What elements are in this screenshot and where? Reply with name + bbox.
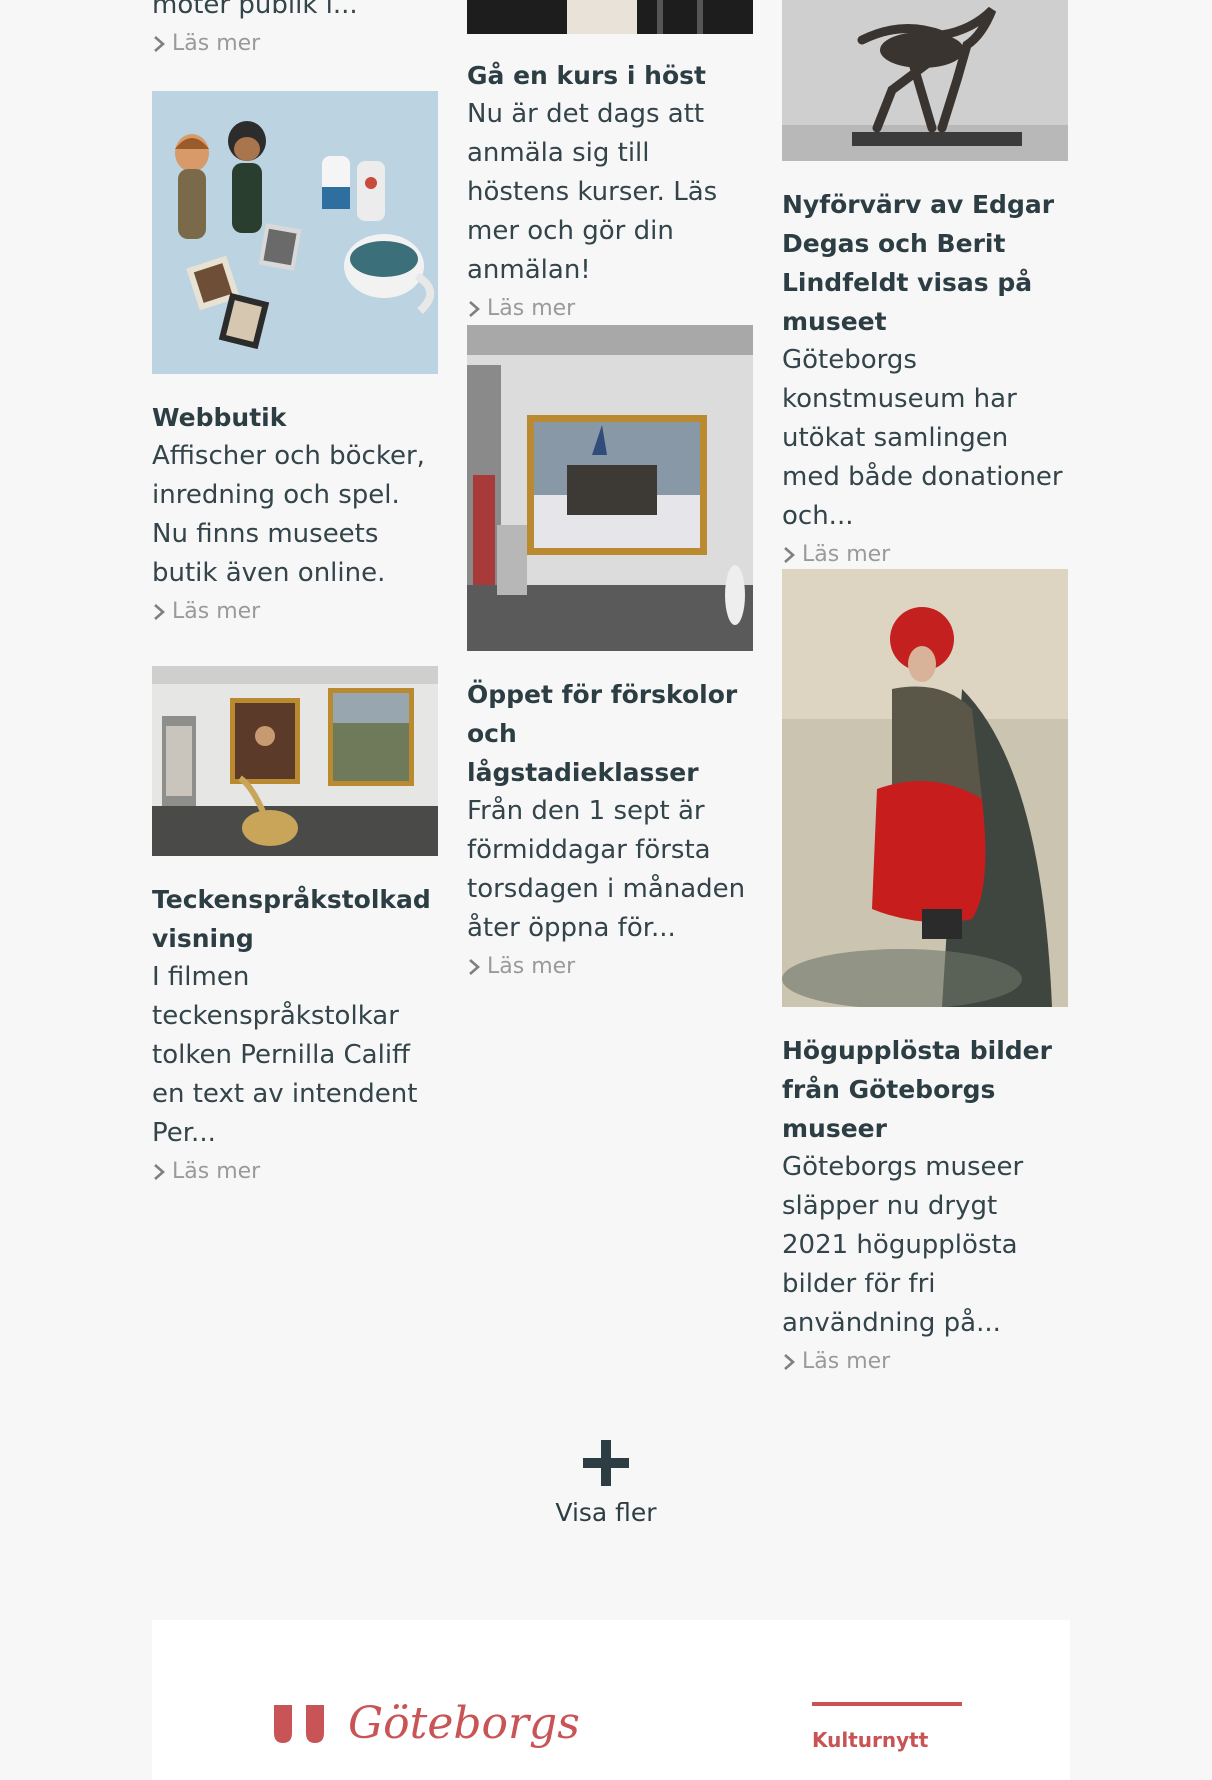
chevron-right-icon: [154, 1163, 165, 1180]
news-excerpt: Göteborgs museer släpper nu drygt 2021 h…: [782, 1152, 1024, 1338]
news-title[interactable]: Gå en kurs i höst: [467, 56, 753, 95]
news-card-partial[interactable]: möter publik i... Läs mer: [152, 0, 438, 56]
news-title[interactable]: Webbutik: [152, 398, 438, 437]
news-image-course[interactable]: [467, 0, 753, 34]
read-more-label: Läs mer: [172, 1159, 261, 1184]
news-card[interactable]: Högupplösta bilder från Göteborgs museer…: [782, 569, 1068, 1374]
read-more-link[interactable]: Läs mer: [467, 954, 753, 979]
chevron-right-icon: [469, 958, 480, 975]
plus-icon: [583, 1440, 629, 1486]
chevron-right-icon: [469, 300, 480, 317]
read-more-label: Läs mer: [802, 1349, 891, 1374]
footer-link-kulturnytt[interactable]: Kulturnytt: [812, 1728, 928, 1752]
read-more-label: Läs mer: [172, 599, 261, 624]
news-card[interactable]: Teckenspråkstolkad visning I filmen teck…: [152, 666, 438, 1184]
read-more-link[interactable]: Läs mer: [152, 599, 438, 624]
news-title[interactable]: Teckenspråkstolkad visning: [152, 880, 438, 958]
news-image-webshop[interactable]: [152, 91, 438, 374]
read-more-label: Läs mer: [487, 296, 576, 321]
news-excerpt: I filmen teckenspråkstolkar tolken Perni…: [152, 962, 418, 1148]
load-more-label: Visa fler: [555, 1498, 657, 1527]
read-more-link[interactable]: Läs mer: [152, 31, 438, 56]
chevron-right-icon: [784, 546, 795, 563]
read-more-link[interactable]: Läs mer: [782, 542, 1068, 567]
news-excerpt: möter publik i...: [152, 0, 358, 20]
news-card[interactable]: Nyförvärv av Edgar Degas och Berit Lindf…: [782, 0, 1068, 567]
news-title[interactable]: Nyförvärv av Edgar Degas och Berit Lindf…: [782, 185, 1068, 341]
news-card[interactable]: Webbutik Affischer och böcker, inredning…: [152, 91, 438, 624]
read-more-label: Läs mer: [802, 542, 891, 567]
read-more-label: Läs mer: [172, 31, 261, 56]
news-image-zorn-portrait[interactable]: [782, 569, 1068, 1007]
news-excerpt: Nu är det dags att anmäla sig till höste…: [467, 99, 718, 285]
news-title[interactable]: Högupplösta bilder från Göteborgs museer: [782, 1031, 1068, 1148]
news-excerpt: Från den 1 sept är förmiddagar första to…: [467, 796, 746, 943]
museum-logo-icon: [274, 1705, 324, 1743]
news-image-painting-hall[interactable]: [467, 325, 753, 651]
footer-divider: [812, 1702, 962, 1706]
chevron-right-icon: [154, 35, 165, 52]
news-image-degas-horse[interactable]: [782, 0, 1068, 161]
news-image-gallery[interactable]: [152, 666, 438, 856]
read-more-link[interactable]: Läs mer: [782, 1349, 1068, 1374]
news-excerpt: Göteborgs konstmuseum har utökat samling…: [782, 345, 1063, 531]
news-excerpt: Affischer och böcker, inredning och spel…: [152, 441, 425, 588]
logo-text[interactable]: Göteborgs: [348, 1698, 580, 1749]
news-card[interactable]: Öppet för förskolor och lågstadieklasser…: [467, 325, 753, 979]
read-more-link[interactable]: Läs mer: [152, 1159, 438, 1184]
news-card[interactable]: Gå en kurs i höst Nu är det dags att anm…: [467, 0, 753, 321]
footer: Göteborgs Kulturnytt: [152, 1620, 1070, 1780]
news-title[interactable]: Öppet för förskolor och lågstadieklasser: [467, 675, 753, 792]
read-more-link[interactable]: Läs mer: [467, 296, 753, 321]
read-more-label: Läs mer: [487, 954, 576, 979]
chevron-right-icon: [154, 603, 165, 620]
load-more-button[interactable]: Visa fler: [0, 1440, 1212, 1527]
chevron-right-icon: [784, 1353, 795, 1370]
